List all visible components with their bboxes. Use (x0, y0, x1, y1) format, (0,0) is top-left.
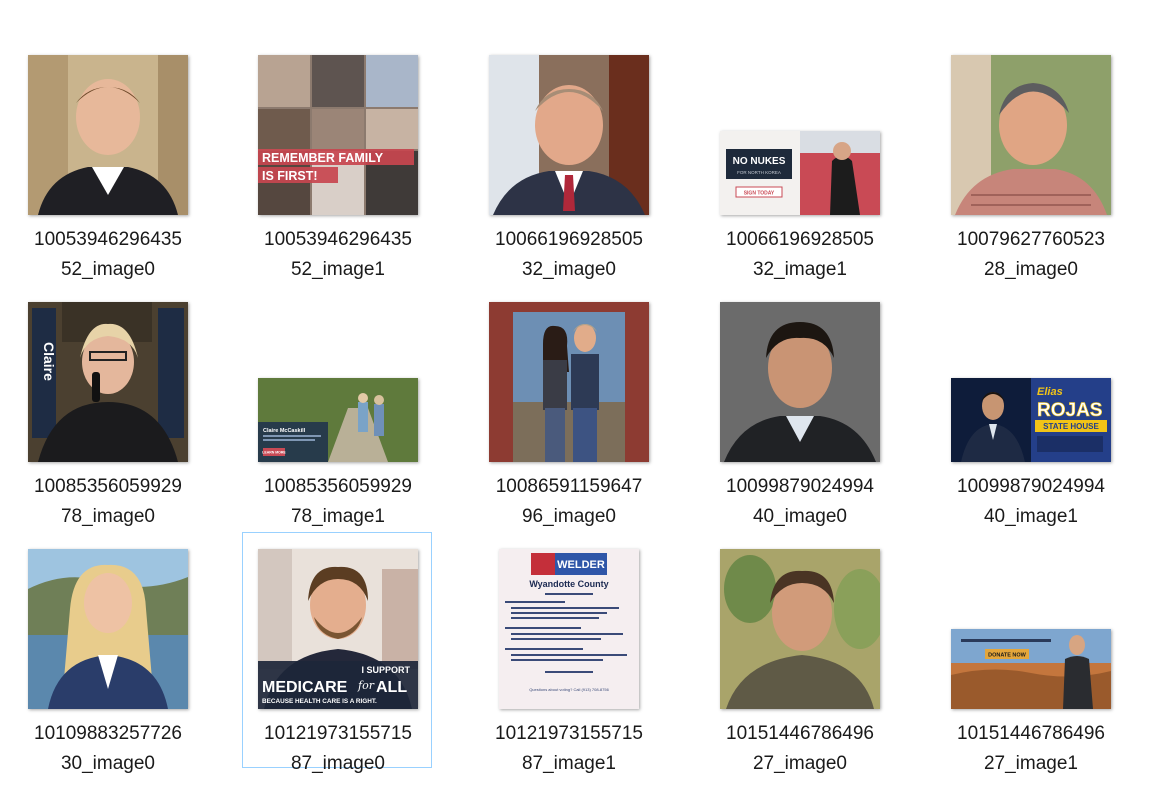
overlay-text: Wyandotte County (529, 579, 608, 589)
overlay-text: I SUPPORT (361, 665, 410, 675)
thumbnail-image (28, 55, 188, 215)
overlay-text: WELDER (557, 559, 605, 571)
overlay-text: LEARN MORE (262, 451, 286, 455)
thumbnail-image: Claire (28, 302, 188, 462)
file-name: 10085356059929 78_image1 (264, 476, 412, 527)
file-item[interactable]: Claire McCaskill LEARN MORE 100853560599… (242, 285, 432, 527)
overlay-text: ROJAS (1037, 400, 1102, 421)
file-item[interactable]: 10053946296435 52_image0 (12, 38, 202, 280)
thumbnail-image: Elias ROJAS STATE HOUSE (951, 378, 1111, 462)
overlay-text: STATE HOUSE (1043, 422, 1099, 431)
thumbnail-image: Claire McCaskill LEARN MORE (258, 378, 418, 462)
thumbnail-image (489, 302, 649, 462)
file-name: 10079627760523 28_image0 (957, 229, 1105, 280)
thumbnail-image: REMEMBER FAMILY IS FIRST! (258, 55, 418, 215)
file-name: 10053946296435 52_image1 (264, 229, 412, 280)
overlay-text: Elias (1037, 386, 1063, 398)
overlay-text: for (357, 679, 375, 692)
file-item[interactable]: 10066196928505 32_image0 (473, 38, 663, 280)
thumbnail-image: WELDER Wyandotte County Questions about … (499, 549, 639, 709)
file-name: 10066196928505 32_image1 (726, 229, 874, 280)
overlay-text: IS FIRST! (262, 169, 318, 183)
file-name: 10109883257726 30_image0 (34, 723, 182, 774)
thumbnail-image (28, 549, 188, 709)
file-name: 10053946296435 52_image0 (34, 229, 182, 280)
overlay-text: REMEMBER FAMILY (262, 151, 384, 165)
file-name: 10151446786496 27_image0 (726, 723, 874, 774)
thumbnail-image: I SUPPORT MEDICARE for ALL BECAUSE HEALT… (258, 549, 418, 709)
file-name: 10085356059929 78_image0 (34, 476, 182, 527)
overlay-text: Questions about voting? Call (913) 708-8… (529, 687, 609, 692)
file-name: 10099879024994 40_image1 (957, 476, 1105, 527)
file-item[interactable]: NO NUKES FOR NORTH KOREA SIGN TODAY 1006… (704, 38, 894, 280)
overlay-text: Claire McCaskill (263, 428, 306, 434)
thumbnail-image (720, 302, 880, 462)
thumbnail-image (951, 55, 1111, 215)
file-name: 10121973155715 87_image0 (264, 723, 412, 774)
overlay-text: ALL (376, 679, 407, 696)
file-item-selected[interactable]: I SUPPORT MEDICARE for ALL BECAUSE HEALT… (242, 532, 432, 774)
file-item[interactable]: 10109883257726 30_image0 (12, 532, 202, 774)
thumbnail-image (489, 55, 649, 215)
file-name: 10099879024994 40_image0 (726, 476, 874, 527)
file-item[interactable]: REMEMBER FAMILY IS FIRST! 10053946296435… (242, 38, 432, 280)
file-item[interactable]: DONATE NOW 10151446786496 27_image1 (935, 532, 1125, 774)
file-item[interactable]: WELDER Wyandotte County Questions about … (473, 532, 663, 774)
file-item[interactable]: 10086591159647 96_image0 (473, 285, 663, 527)
thumbnail-image (720, 549, 880, 709)
file-name: 10066196928505 32_image0 (495, 229, 643, 280)
file-name: 10121973155715 87_image1 (495, 723, 643, 774)
thumbnail-image: DONATE NOW (951, 629, 1111, 709)
file-name: 10086591159647 96_image0 (495, 476, 643, 527)
file-item[interactable]: Claire 10085356059929 78_image0 (12, 285, 202, 527)
overlay-text: BECAUSE HEALTH CARE IS A RIGHT. (262, 698, 377, 705)
overlay-text: FOR NORTH KOREA (737, 170, 781, 175)
overlay-text: NO NUKES (733, 156, 786, 167)
file-item[interactable]: 10099879024994 40_image0 (704, 285, 894, 527)
thumbnail-image: NO NUKES FOR NORTH KOREA SIGN TODAY (720, 131, 880, 215)
overlay-text: MEDICARE (262, 679, 348, 696)
overlay-text: DONATE NOW (988, 653, 1027, 659)
file-item[interactable]: 10151446786496 27_image0 (704, 532, 894, 774)
file-item[interactable]: Elias ROJAS STATE HOUSE 10099879024994 4… (935, 285, 1125, 527)
file-item[interactable]: 10079627760523 28_image0 (935, 38, 1125, 280)
overlay-text: Claire (41, 342, 57, 381)
overlay-text: SIGN TODAY (744, 191, 775, 197)
file-name: 10151446786496 27_image1 (957, 723, 1105, 774)
